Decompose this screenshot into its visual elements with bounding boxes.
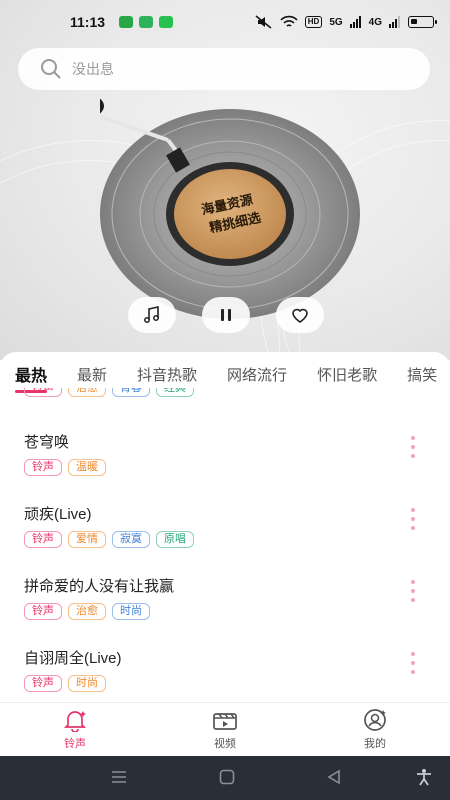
bottom-navigation: 铃声 视频 我的 [0,702,450,756]
song-list: 铃声 治愈 青春 经典 苍穹唤 铃声 温暖 顽疾(Live) 铃声 爱情 寂寞 … [0,388,450,702]
status-indicators: HD 5G 4G [255,15,437,29]
player-controls [128,296,324,334]
tag: 经典 [156,388,194,397]
tag: 铃声 [24,531,62,548]
tab-funny[interactable]: 搞笑 [407,364,437,385]
song-title: 拼命爱的人没有让我赢 [24,578,175,595]
search-placeholder: 没出息 [72,61,114,77]
status-bar: 11:13 HD 5G 4G [0,0,450,44]
video-icon [213,713,237,730]
tag: 铃声 [24,675,62,692]
tab-newest[interactable]: 最新 [77,364,107,385]
tag: 治愈 [68,388,106,397]
song-title: 顽疾(Live) [24,506,92,523]
tag: 原唱 [156,531,194,548]
tag: 时尚 [112,603,150,620]
search-bar[interactable]: 没出息 [18,48,430,90]
heart-icon [292,308,308,323]
bell-icon [63,711,87,732]
tag: 爱情 [68,531,106,548]
ringtone-list-panel: 最热 最新 抖音热歌 网络流行 怀旧老歌 搞笑 铃声 治愈 青春 经典 苍穹唤 … [0,352,450,702]
tab-douyin-hits[interactable]: 抖音热歌 [137,364,197,385]
profile-icon [364,709,386,731]
tag: 铃声 [24,388,62,397]
list-item[interactable]: 拼命爱的人没有让我赢 铃声 治愈 时尚 [0,576,450,648]
signal-4g: 4G [368,16,382,28]
tag: 治愈 [68,603,106,620]
wifi-icon [280,15,298,27]
music-note-button[interactable] [128,297,176,333]
more-options-button[interactable] [410,436,416,458]
nav-label: 我的 [364,738,386,750]
more-options-button[interactable] [410,652,416,674]
song-title: 苍穹唤 [24,434,70,451]
tag: 温暖 [68,459,106,476]
list-item[interactable]: 铃声 治愈 青春 经典 [0,388,450,406]
list-item[interactable]: 苍穹唤 铃声 温暖 [0,432,450,504]
status-time: 11:13 [70,14,106,30]
menu-icon[interactable] [111,770,127,784]
tab-oldies[interactable]: 怀旧老歌 [317,364,377,385]
accessibility-icon[interactable] [416,768,432,786]
signal-5g: 5G [329,16,343,28]
music-note-icon [144,306,159,323]
tag: 铃声 [24,459,62,476]
mute-icon [255,15,272,29]
notification-app-icon [119,16,134,28]
nav-profile[interactable]: 我的 [300,703,450,756]
tab-hottest[interactable]: 最热 [15,362,48,393]
tag: 铃声 [24,603,62,620]
notification-app-icon [139,16,154,28]
tag: 青春 [112,388,150,397]
hd-badge: HD [304,16,323,28]
tag: 寂寞 [112,531,150,548]
nav-label: 铃声 [64,738,86,750]
home-icon[interactable] [219,769,235,785]
song-title: 自诩周全(Live) [24,650,122,667]
battery-icon [408,16,437,28]
tag: 时尚 [68,675,106,692]
search-icon [41,59,61,79]
tab-internet-popular[interactable]: 网络流行 [227,364,287,385]
favorite-button[interactable] [276,297,324,333]
back-icon[interactable] [326,769,342,785]
pause-button[interactable] [202,297,250,333]
nav-video[interactable]: 视频 [150,703,300,756]
notification-message-icon [159,16,174,28]
signal-bars-icon [349,16,361,28]
vinyl-record: 海量资源 精挑细选 [36,90,360,326]
system-navigation-bar [0,756,450,800]
list-item[interactable]: 顽疾(Live) 铃声 爱情 寂寞 原唱 [0,504,450,576]
nav-label: 视频 [214,738,236,750]
signal-bars-icon [389,16,400,28]
nav-ringtone[interactable]: 铃声 [0,703,150,756]
more-options-button[interactable] [410,508,416,530]
list-item[interactable]: 自诩周全(Live) 铃声 时尚 [0,648,450,702]
more-options-button[interactable] [410,580,416,602]
pause-icon [221,309,231,321]
